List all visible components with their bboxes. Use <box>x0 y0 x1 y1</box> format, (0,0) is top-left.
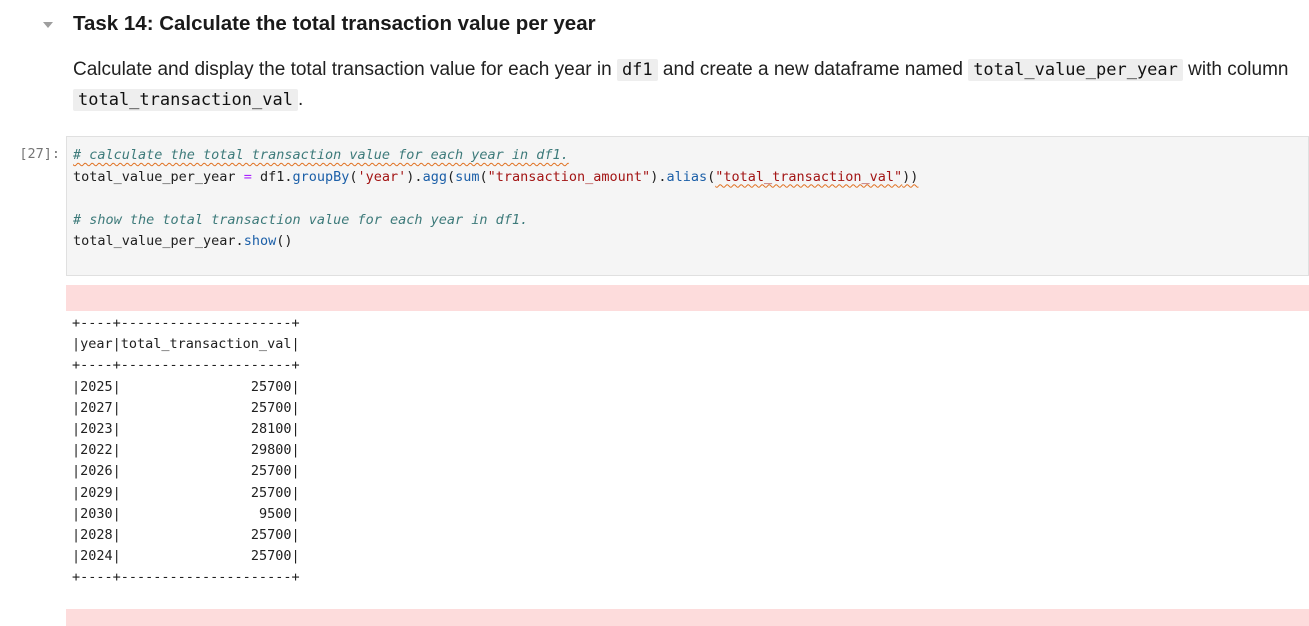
code-token: total_value_per_year <box>73 168 236 185</box>
table-border: +----+---------------------+ <box>72 569 300 586</box>
table-border: +----+---------------------+ <box>72 357 300 374</box>
row-total: 25700 <box>250 527 292 544</box>
code-token: ). <box>406 168 423 185</box>
row-year: 2024 <box>80 548 113 565</box>
code-token: show <box>243 233 277 249</box>
code-token: ( <box>446 168 456 185</box>
table-row: |2030| 9500| <box>72 505 300 522</box>
row-total: 25700 <box>250 548 292 565</box>
task-heading: Task 14: Calculate the total transaction… <box>73 12 596 35</box>
table-rows: |2025| 25700| |2027| 25700| |2023| 28100… <box>72 379 300 565</box>
stderr-output-bar <box>66 285 1309 311</box>
code-comment-line-4: # show the total transaction value for e… <box>73 211 529 228</box>
row-year: 2030 <box>80 505 113 522</box>
table-row: |2027| 25700| <box>72 399 300 416</box>
stdout-output: +----+---------------------+ |year|total… <box>72 313 300 589</box>
row-year: 2022 <box>80 442 113 459</box>
code-cell-editor[interactable]: # calculate the total transaction value … <box>66 136 1309 276</box>
row-total: 28100 <box>250 421 292 438</box>
inline-code-df1: df1 <box>616 59 658 81</box>
row-year: 2027 <box>80 399 113 416</box>
description-text: . <box>297 89 304 110</box>
row-total: 25700 <box>250 378 292 395</box>
table-row: |2022| 29800| <box>72 442 300 459</box>
row-total: 9500 <box>258 505 292 522</box>
table-border: +----+---------------------+ <box>72 315 300 331</box>
code-token: = <box>235 168 260 185</box>
code-token: ( <box>349 168 358 185</box>
inline-code-dataframe-name: total_value_per_year <box>968 59 1183 81</box>
code-token: )) <box>902 168 919 185</box>
execution-count-prompt: [27]: <box>19 146 60 162</box>
code-token: "transaction_amount" <box>487 168 651 185</box>
row-year: 2025 <box>80 378 113 395</box>
code-token: groupBy <box>292 168 350 185</box>
code-token: sum <box>455 168 480 185</box>
code-token: "total_transaction_val" <box>715 168 903 185</box>
code-token: ( <box>707 168 716 185</box>
row-year: 2026 <box>80 463 113 480</box>
code-token: () <box>276 233 293 249</box>
code-token: agg <box>422 168 447 185</box>
row-year: 2029 <box>80 484 113 501</box>
inline-code-column-name: total_transaction_val <box>73 89 298 111</box>
caret-down-icon[interactable] <box>40 18 56 32</box>
description-text: and create a new dataframe named <box>657 59 969 80</box>
row-total: 25700 <box>250 484 292 501</box>
row-year: 2028 <box>80 527 113 544</box>
row-total: 29800 <box>250 442 292 459</box>
code-token: df1. <box>259 168 293 185</box>
table-row: |2023| 28100| <box>72 421 300 438</box>
task-description: Calculate and display the total transact… <box>73 55 1298 115</box>
row-year: 2023 <box>80 421 113 438</box>
table-row: |2025| 25700| <box>72 378 300 395</box>
code-comment-line-1: # calculate the total transaction value … <box>73 147 569 163</box>
table-row: |2028| 25700| <box>72 527 300 544</box>
code-token: alias <box>666 168 708 185</box>
description-text: Calculate and display the total transact… <box>73 59 617 80</box>
code-text[interactable]: # calculate the total transaction value … <box>73 145 918 253</box>
row-total: 25700 <box>250 399 292 416</box>
table-row: |2026| 25700| <box>72 463 300 480</box>
table-row: |2024| 25700| <box>72 548 300 565</box>
description-text: with column <box>1182 59 1289 80</box>
row-total: 25700 <box>250 463 292 480</box>
code-token: 'year' <box>357 168 407 185</box>
code-token: ( <box>479 168 488 185</box>
table-header: |year|total_transaction_val| <box>72 336 300 353</box>
table-row: |2029| 25700| <box>72 484 300 501</box>
code-token: total_value_per_year. <box>73 233 244 249</box>
code-token: ). <box>650 168 667 185</box>
stderr-output-bar <box>66 609 1309 626</box>
